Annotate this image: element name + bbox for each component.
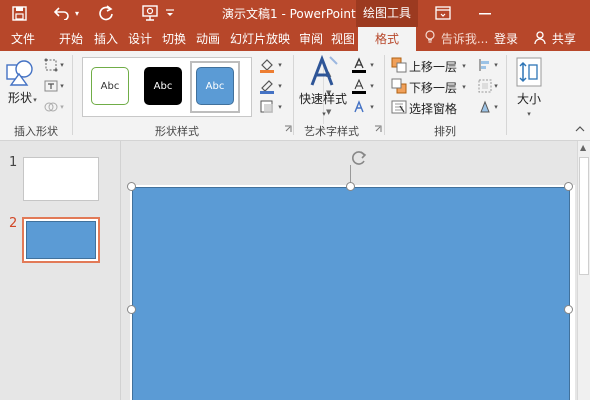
send-backward-button[interactable]: 下移一层 [409,79,457,96]
style-thumb-outline-green[interactable]: Abc [91,67,129,105]
shapes-gallery-icon[interactable] [5,57,35,87]
bring-forward-dropdown-icon[interactable]: ▾ [460,57,468,75]
slide-thumbnail-pane: 1 2 [0,141,121,400]
share-button[interactable]: 共享 [534,27,576,52]
undo-icon[interactable] [52,2,72,24]
slide-editor [122,141,577,400]
text-outline-icon[interactable] [350,77,368,95]
shape-styles-launcher-icon[interactable] [284,124,292,134]
style-thumb-black[interactable]: Abc [144,67,182,105]
lightbulb-icon [425,27,437,51]
tab-view[interactable]: 视图 [328,27,358,51]
quick-styles-dropdown-icon[interactable]: ▾ [320,105,328,123]
send-backward-dropdown-icon[interactable]: ▾ [460,78,468,96]
rotate-dropdown-icon[interactable]: ▾ [492,98,500,116]
title-bar: ▾ 演示文稿1 - PowerPoint 绘图工具 [0,0,590,27]
shape-effects-icon[interactable] [258,98,276,116]
ribbon-format: 形状 ▾ ▾ ▾ ▾ 插入形状 Abc Abc Abc ▲ ▼ ▼ ▾ ▾ ▾ … [0,51,590,141]
tab-review[interactable]: 审阅 [296,27,326,51]
tab-slideshow[interactable]: 幻灯片放映 [226,27,294,51]
text-outline-dropdown-icon[interactable]: ▾ [368,77,376,95]
share-label: 共享 [551,32,576,46]
slide-thumbnail-1[interactable] [23,157,99,201]
group-divider [384,55,385,135]
selection-pane-icon[interactable] [390,98,408,116]
tab-file[interactable]: 文件 [4,27,42,51]
size-dropdown-icon[interactable]: ▾ [525,105,533,123]
tab-format[interactable]: 格式 [358,27,416,51]
style-thumb-blue[interactable]: Abc [196,67,234,105]
slide-thumbnail-2[interactable] [22,217,100,263]
shape-effects-dropdown-icon[interactable]: ▾ [276,98,284,116]
bring-forward-icon[interactable] [390,56,408,74]
thumbnail-rectangle-shape [26,221,96,259]
tell-me-search[interactable]: 告诉我... [425,27,488,51]
shapes-button[interactable]: 形状 [8,89,32,106]
shapes-dropdown-icon[interactable]: ▾ [31,91,39,109]
shape-outline-icon[interactable] [258,77,276,95]
rectangle-shape[interactable] [132,187,570,400]
align-dropdown-icon[interactable]: ▾ [492,56,500,74]
tab-insert[interactable]: 插入 [90,27,122,51]
group-divider [293,55,294,135]
resize-handle-left[interactable] [127,305,136,314]
vertical-scrollbar[interactable]: ▲ [577,141,590,400]
wordart-launcher-icon[interactable] [374,124,382,134]
slideshow-icon[interactable] [140,2,160,24]
group-divider [506,55,507,135]
redo-icon[interactable] [96,2,116,24]
save-icon[interactable] [8,2,30,24]
shape-styles-gallery: Abc Abc Abc ▲ ▼ ▼ [82,57,335,124]
selection-pane-button[interactable]: 选择窗格 [409,100,457,117]
group-dropdown-icon[interactable]: ▾ [492,77,500,95]
scroll-up-icon[interactable]: ▲ [580,143,586,152]
collapse-ribbon-icon[interactable] [574,124,586,134]
login-button[interactable]: 登录 [494,27,518,51]
resize-handle-right[interactable] [564,305,573,314]
ribbon-options-icon[interactable] [432,2,454,24]
scroll-thumb[interactable] [579,157,589,275]
resize-handle-top[interactable] [346,182,355,191]
wordart-quick-styles-icon[interactable] [308,54,338,87]
bring-forward-button[interactable]: 上移一层 [409,58,457,75]
slide-number: 1 [9,155,18,170]
merge-shapes-dropdown-icon[interactable]: ▾ [58,98,66,116]
text-effects-dropdown-icon[interactable]: ▾ [368,98,376,116]
text-fill-dropdown-icon[interactable]: ▾ [368,56,376,74]
shape-styles-group-label: 形状样式 [155,125,199,138]
text-box-dropdown-icon[interactable]: ▾ [58,77,66,95]
group-divider [72,55,73,135]
customize-qat-icon[interactable] [164,2,176,24]
drawing-tools-context-tab: 绘图工具 [356,0,418,27]
resize-handle-top-right[interactable] [564,182,573,191]
tell-me-text: 告诉我... [440,32,489,46]
arrange-group-label: 排列 [434,125,456,138]
wordart-styles-group-label: 艺术字样式 [304,125,359,138]
tab-transitions[interactable]: 切换 [158,27,190,51]
insert-shapes-group-label: 插入形状 [14,125,58,138]
powerpoint-window: ▾ 演示文稿1 - PowerPoint 绘图工具 文件 开始 插入 设计 切换… [0,0,590,400]
shape-outline-dropdown-icon[interactable]: ▾ [276,77,284,95]
shape-fill-icon[interactable] [258,56,276,74]
text-effects-icon[interactable] [350,98,368,116]
slide-number: 2 [9,216,18,231]
window-title: 演示文稿1 - PowerPoint [222,7,356,21]
tab-design[interactable]: 设计 [124,27,156,51]
text-fill-icon[interactable] [350,56,368,74]
tab-animations[interactable]: 动画 [192,27,224,51]
undo-dropdown-icon[interactable]: ▾ [72,2,82,24]
resize-handle-top-left[interactable] [127,182,136,191]
size-icon[interactable] [516,57,542,87]
edit-shape-dropdown-icon[interactable]: ▾ [58,56,66,74]
person-icon [534,28,548,52]
send-backward-icon[interactable] [390,77,408,95]
rotate-handle-icon[interactable] [350,149,368,167]
tab-home[interactable]: 开始 [54,27,88,51]
ribbon-tab-bar: 文件 开始 插入 设计 切换 动画 幻灯片放映 审阅 视图 格式 告诉我... … [0,27,590,51]
minimize-icon[interactable] [470,4,500,24]
shape-fill-dropdown-icon[interactable]: ▾ [276,56,284,74]
